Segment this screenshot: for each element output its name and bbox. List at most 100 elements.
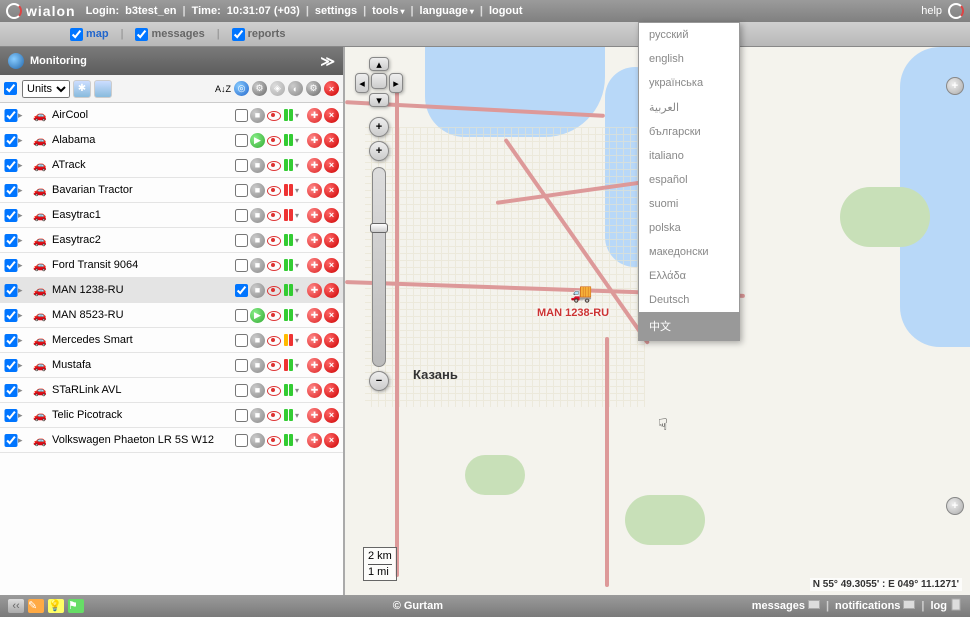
action-remove-icon[interactable]: × (324, 183, 339, 198)
status-icon[interactable]: ▶ (250, 133, 265, 148)
unit-checkbox[interactable] (4, 159, 18, 172)
unit-checkbox[interactable] (4, 109, 18, 122)
visible-checkbox[interactable] (235, 234, 248, 247)
unit-row[interactable]: ▸🚗Ford Transit 9064■▾✚× (0, 253, 343, 278)
language-item[interactable]: english (639, 47, 739, 71)
language-item[interactable]: русский (639, 23, 739, 47)
unit-checkbox[interactable] (4, 134, 18, 147)
unit-row[interactable]: ▸🚗MAN 1238-RU■▾✚× (0, 278, 343, 303)
track-icon[interactable] (267, 258, 282, 273)
pan-up-button[interactable]: ▴ (369, 57, 389, 71)
unit-checkbox[interactable] (4, 284, 18, 297)
status-icon[interactable]: ■ (250, 333, 265, 348)
language-item[interactable]: македонски (639, 240, 739, 264)
action-remove-icon[interactable]: × (324, 383, 339, 398)
data-icon[interactable]: ◐ (288, 81, 303, 96)
visible-checkbox[interactable] (235, 384, 248, 397)
gear-icon[interactable]: ⚙ (252, 81, 267, 96)
action-add-icon[interactable]: ✚ (307, 208, 322, 223)
action-remove-icon[interactable]: × (324, 283, 339, 298)
unit-checkbox[interactable] (4, 359, 18, 372)
expand-arrow-icon[interactable]: ▸ (18, 185, 30, 196)
sb-log-link[interactable]: log (931, 600, 963, 612)
action-add-icon[interactable]: ✚ (307, 433, 322, 448)
chevron-down-icon[interactable]: ▾ (295, 286, 305, 295)
track-icon[interactable] (267, 333, 282, 348)
visible-checkbox[interactable] (235, 409, 248, 422)
track-icon[interactable] (267, 308, 282, 323)
action-remove-icon[interactable]: × (324, 308, 339, 323)
status-icon[interactable]: ■ (250, 408, 265, 423)
chevron-down-icon[interactable]: ▾ (295, 436, 305, 445)
action-add-icon[interactable]: ✚ (307, 233, 322, 248)
language-item[interactable]: العربية (639, 95, 739, 120)
expand-arrow-icon[interactable]: ▸ (18, 335, 30, 346)
action-add-icon[interactable]: ✚ (307, 183, 322, 198)
status-icon[interactable]: ■ (250, 433, 265, 448)
visible-checkbox[interactable] (235, 334, 248, 347)
chevron-down-icon[interactable]: ▾ (295, 311, 305, 320)
visible-checkbox[interactable] (235, 259, 248, 272)
action-remove-icon[interactable]: × (324, 108, 339, 123)
action-remove-icon[interactable]: × (324, 258, 339, 273)
status-icon[interactable]: ▶ (250, 308, 265, 323)
chevron-down-icon[interactable]: ▾ (295, 411, 305, 420)
unit-row[interactable]: ▸🚗Mercedes Smart■▾✚× (0, 328, 343, 353)
map-add-bottom-button[interactable]: + (946, 497, 964, 515)
track-icon[interactable] (267, 133, 282, 148)
language-item[interactable]: български (639, 120, 739, 144)
help-link[interactable]: help (921, 5, 942, 17)
chevron-down-icon[interactable]: ▾ (295, 336, 305, 345)
chevron-down-icon[interactable]: ▾ (295, 186, 305, 195)
zoom-in-button[interactable]: + (369, 117, 389, 137)
language-link[interactable]: language▾ (420, 5, 474, 17)
expand-arrow-icon[interactable]: ▸ (18, 310, 30, 321)
action-add-icon[interactable]: ✚ (307, 133, 322, 148)
status-icon[interactable]: ■ (250, 183, 265, 198)
filter-clear-button[interactable] (94, 80, 112, 98)
expand-arrow-icon[interactable]: ▸ (18, 360, 30, 371)
unit-row[interactable]: ▸🚗MAN 8523-RU▶▾✚× (0, 303, 343, 328)
action-remove-icon[interactable]: × (324, 158, 339, 173)
zoom-out-button[interactable]: − (369, 371, 389, 391)
expand-arrow-icon[interactable]: ▸ (18, 410, 30, 421)
track-icon[interactable] (267, 233, 282, 248)
track-icon[interactable] (267, 433, 282, 448)
unit-checkbox[interactable] (4, 184, 18, 197)
close-icon[interactable]: × (324, 81, 339, 96)
track-icon[interactable] (267, 383, 282, 398)
language-item[interactable]: español (639, 168, 739, 192)
truck-icon[interactable]: 🚚 (570, 283, 592, 304)
settings-link[interactable]: settings (315, 5, 357, 17)
chevron-down-icon[interactable]: ▾ (295, 261, 305, 270)
status-icon[interactable]: ■ (250, 258, 265, 273)
unit-checkbox[interactable] (4, 209, 18, 222)
expand-arrow-icon[interactable]: ▸ (18, 260, 30, 271)
settings-icon[interactable]: ⚙ (306, 81, 321, 96)
tools-link[interactable]: tools▾ (372, 5, 404, 17)
sb-bulb-icon[interactable]: 💡 (48, 599, 64, 613)
sort-label[interactable]: A↓Z (215, 84, 231, 94)
select-all-checkbox[interactable] (4, 82, 17, 95)
pan-right-button[interactable]: ▸ (389, 73, 403, 93)
visible-checkbox[interactable] (235, 359, 248, 372)
action-add-icon[interactable]: ✚ (307, 158, 322, 173)
chevron-down-icon[interactable]: ▾ (295, 161, 305, 170)
language-item[interactable]: Ελλάδα (639, 264, 739, 288)
unit-checkbox[interactable] (4, 234, 18, 247)
language-item[interactable]: italiano (639, 144, 739, 168)
visible-checkbox[interactable] (235, 159, 248, 172)
sb-pin-icon[interactable]: ⚑ (68, 599, 84, 613)
track-icon[interactable] (267, 158, 282, 173)
action-remove-icon[interactable]: × (324, 133, 339, 148)
language-item[interactable]: suomi (639, 192, 739, 216)
pan-down-button[interactable]: ▾ (369, 93, 389, 107)
status-icon[interactable]: ■ (250, 158, 265, 173)
expand-arrow-icon[interactable]: ▸ (18, 110, 30, 121)
sb-notifications-link[interactable]: notifications (835, 600, 915, 612)
tab-reports[interactable]: reports (232, 28, 286, 41)
expand-arrow-icon[interactable]: ▸ (18, 210, 30, 221)
track-icon[interactable] (267, 108, 282, 123)
action-add-icon[interactable]: ✚ (307, 283, 322, 298)
filter-star-button[interactable]: ✱ (73, 80, 91, 98)
